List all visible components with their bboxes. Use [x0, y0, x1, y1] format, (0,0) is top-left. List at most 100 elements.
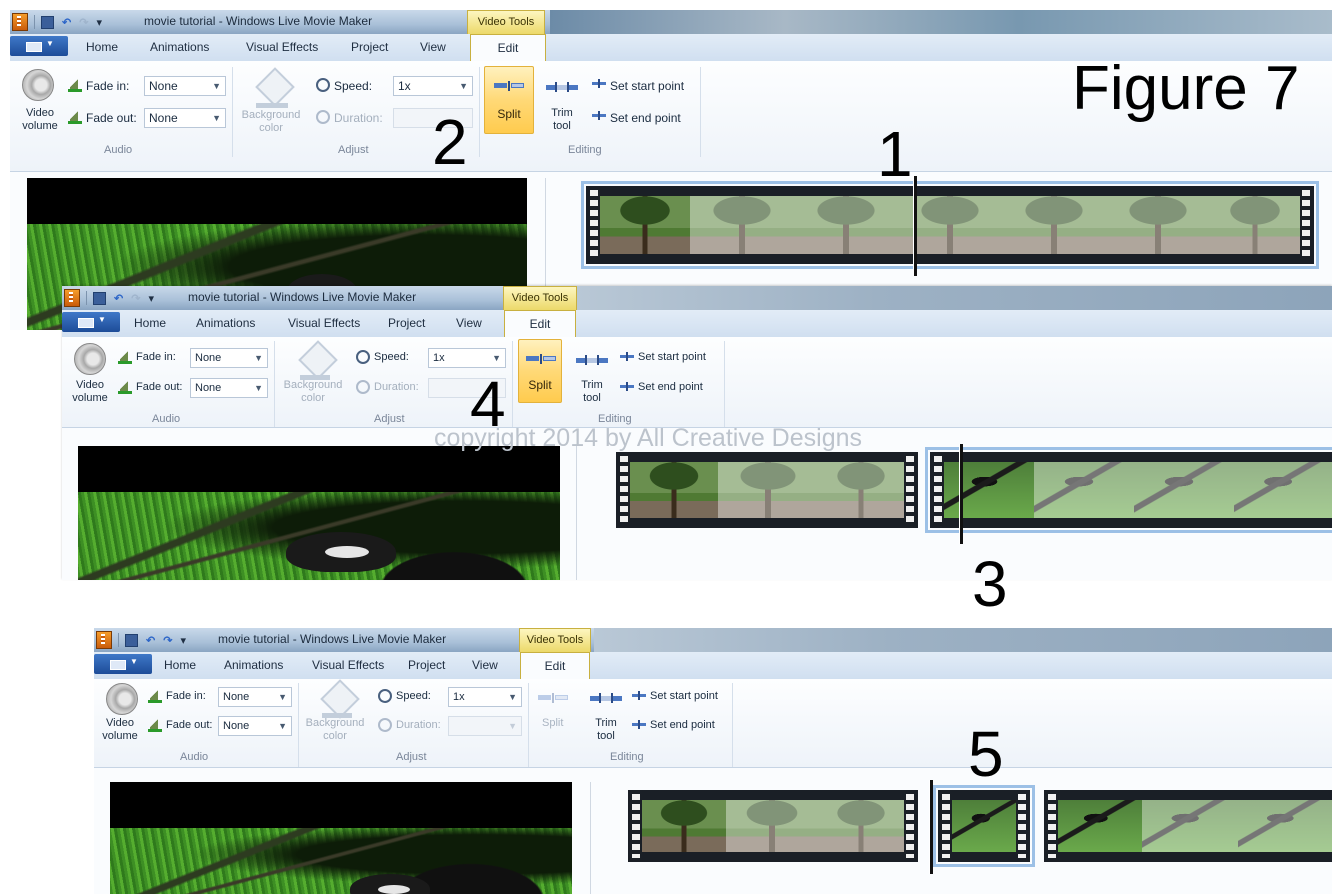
file-menu-button[interactable]: [94, 654, 152, 674]
tab-visual-effects[interactable]: Visual Effects: [288, 316, 360, 330]
tab-project[interactable]: Project: [351, 40, 388, 54]
window-title: movie tutorial - Windows Live Movie Make…: [144, 14, 373, 28]
movie-maker-app-icon[interactable]: [12, 13, 28, 31]
customize-quick-access-icon[interactable]: ▾: [96, 16, 102, 29]
video-volume-icon[interactable]: [74, 343, 106, 375]
speed-dropdown[interactable]: 1x ▼: [448, 687, 522, 707]
tab-edit[interactable]: Edit: [470, 34, 546, 62]
split-icon: [538, 693, 568, 703]
tab-animations[interactable]: Animations: [196, 316, 255, 330]
trim-tool-button[interactable]: Trim tool: [544, 107, 580, 133]
video-volume-button[interactable]: Video volume: [70, 379, 110, 405]
video-preview[interactable]: [78, 446, 560, 580]
customize-quick-access-icon[interactable]: ▾: [148, 292, 154, 305]
undo-icon[interactable]: ↶: [146, 634, 155, 647]
timeline-clip-first[interactable]: [628, 790, 918, 862]
fade-out-dropdown[interactable]: None ▼: [190, 378, 268, 398]
title-bar: ↶ ↷ ▾ movie tutorial - Windows Live Movi…: [62, 286, 1332, 310]
fade-out-dropdown[interactable]: None ▼: [218, 716, 292, 736]
trim-tool-button[interactable]: Trim tool: [588, 717, 624, 743]
speed-label: Speed:: [374, 351, 409, 363]
file-menu-button[interactable]: [10, 36, 68, 56]
save-icon[interactable]: [41, 15, 54, 29]
speed-dropdown[interactable]: 1x ▼: [393, 76, 473, 96]
video-tools-context-tab: Video Tools: [503, 286, 577, 310]
group-label-editing: Editing: [568, 144, 602, 156]
tab-edit[interactable]: Edit: [504, 310, 576, 338]
fade-in-icon: [118, 350, 132, 364]
tab-animations[interactable]: Animations: [224, 658, 283, 672]
window-title: movie tutorial - Windows Live Movie Make…: [188, 290, 417, 304]
duration-icon: [378, 718, 392, 732]
fade-in-dropdown[interactable]: None ▼: [190, 348, 268, 368]
tab-home[interactable]: Home: [134, 316, 166, 330]
background-color-button[interactable]: Background color: [278, 379, 348, 405]
background-color-button[interactable]: Background color: [236, 109, 306, 135]
speed-dropdown[interactable]: 1x ▼: [428, 348, 506, 368]
file-menu-button[interactable]: [62, 312, 120, 332]
trim-tool-icon: [546, 82, 578, 92]
playhead[interactable]: [913, 176, 917, 276]
tab-visual-effects[interactable]: Visual Effects: [312, 658, 384, 672]
playhead[interactable]: [929, 780, 933, 874]
tab-home[interactable]: Home: [164, 658, 196, 672]
playhead[interactable]: [959, 444, 963, 544]
tab-view[interactable]: View: [472, 658, 498, 672]
video-volume-icon[interactable]: [106, 683, 138, 715]
tab-project[interactable]: Project: [408, 658, 445, 672]
chevron-down-icon: ▼: [508, 721, 517, 731]
fade-in-label: Fade in:: [136, 351, 176, 363]
timeline-clip-second[interactable]: [925, 447, 1332, 533]
duration-field[interactable]: ▼: [448, 716, 522, 736]
background-color-button[interactable]: Background color: [300, 717, 370, 743]
timeline-clip-first[interactable]: [616, 452, 918, 528]
chevron-down-icon: ▼: [508, 692, 517, 702]
desktop-background: [594, 628, 1332, 652]
split-button[interactable]: Split: [518, 339, 562, 403]
fade-in-dropdown[interactable]: None ▼: [218, 687, 292, 707]
tab-edit[interactable]: Edit: [520, 652, 590, 680]
movie-maker-app-icon[interactable]: [96, 631, 112, 649]
video-volume-button[interactable]: Video volume: [100, 717, 140, 743]
set-end-point-button[interactable]: Set end point: [650, 719, 715, 731]
undo-icon[interactable]: ↶: [62, 16, 71, 29]
tab-animations[interactable]: Animations: [150, 40, 209, 54]
fade-in-label: Fade in:: [166, 690, 206, 702]
fade-out-dropdown[interactable]: None ▼: [144, 108, 226, 128]
redo-icon[interactable]: ↷: [79, 16, 88, 29]
set-start-point-button[interactable]: Set start point: [650, 690, 718, 702]
ribbon-tabs: Home Animations Visual Effects Project V…: [94, 652, 1332, 680]
customize-quick-access-icon[interactable]: ▾: [180, 634, 186, 647]
set-start-point-button[interactable]: Set start point: [610, 79, 684, 93]
undo-icon[interactable]: ↶: [114, 292, 123, 305]
tab-project[interactable]: Project: [388, 316, 425, 330]
set-end-point-icon: [592, 111, 606, 120]
video-volume-button[interactable]: Video volume: [20, 107, 60, 133]
split-button[interactable]: Split: [484, 66, 534, 134]
video-volume-icon[interactable]: [22, 69, 54, 101]
set-end-point-button[interactable]: Set end point: [610, 111, 681, 125]
speed-label: Speed:: [334, 79, 373, 93]
timeline-clip[interactable]: [581, 181, 1319, 269]
ribbon-edit: Video volume Fade in: None ▼ Fade out: No…: [94, 679, 1332, 768]
timeline-clip-split-segment[interactable]: [933, 785, 1035, 867]
save-icon[interactable]: [93, 291, 106, 305]
movie-maker-app-icon[interactable]: [64, 289, 80, 307]
timeline-clip-third[interactable]: [1044, 790, 1332, 862]
redo-icon[interactable]: ↷: [131, 292, 140, 305]
tab-visual-effects[interactable]: Visual Effects: [246, 40, 318, 54]
video-preview[interactable]: [110, 782, 572, 894]
redo-icon[interactable]: ↷: [163, 634, 172, 647]
set-start-point-button[interactable]: Set start point: [638, 351, 706, 363]
tab-view[interactable]: View: [420, 40, 446, 54]
tab-view[interactable]: View: [456, 316, 482, 330]
fade-in-dropdown[interactable]: None ▼: [144, 76, 226, 96]
duration-icon: [316, 110, 330, 124]
chevron-down-icon: ▼: [254, 383, 263, 393]
split-icon: [526, 354, 556, 364]
split-button-disabled[interactable]: Split: [542, 717, 563, 729]
save-icon[interactable]: [125, 633, 138, 647]
set-end-point-button[interactable]: Set end point: [638, 381, 703, 393]
trim-tool-button[interactable]: Trim tool: [574, 379, 610, 405]
tab-home[interactable]: Home: [86, 40, 118, 54]
